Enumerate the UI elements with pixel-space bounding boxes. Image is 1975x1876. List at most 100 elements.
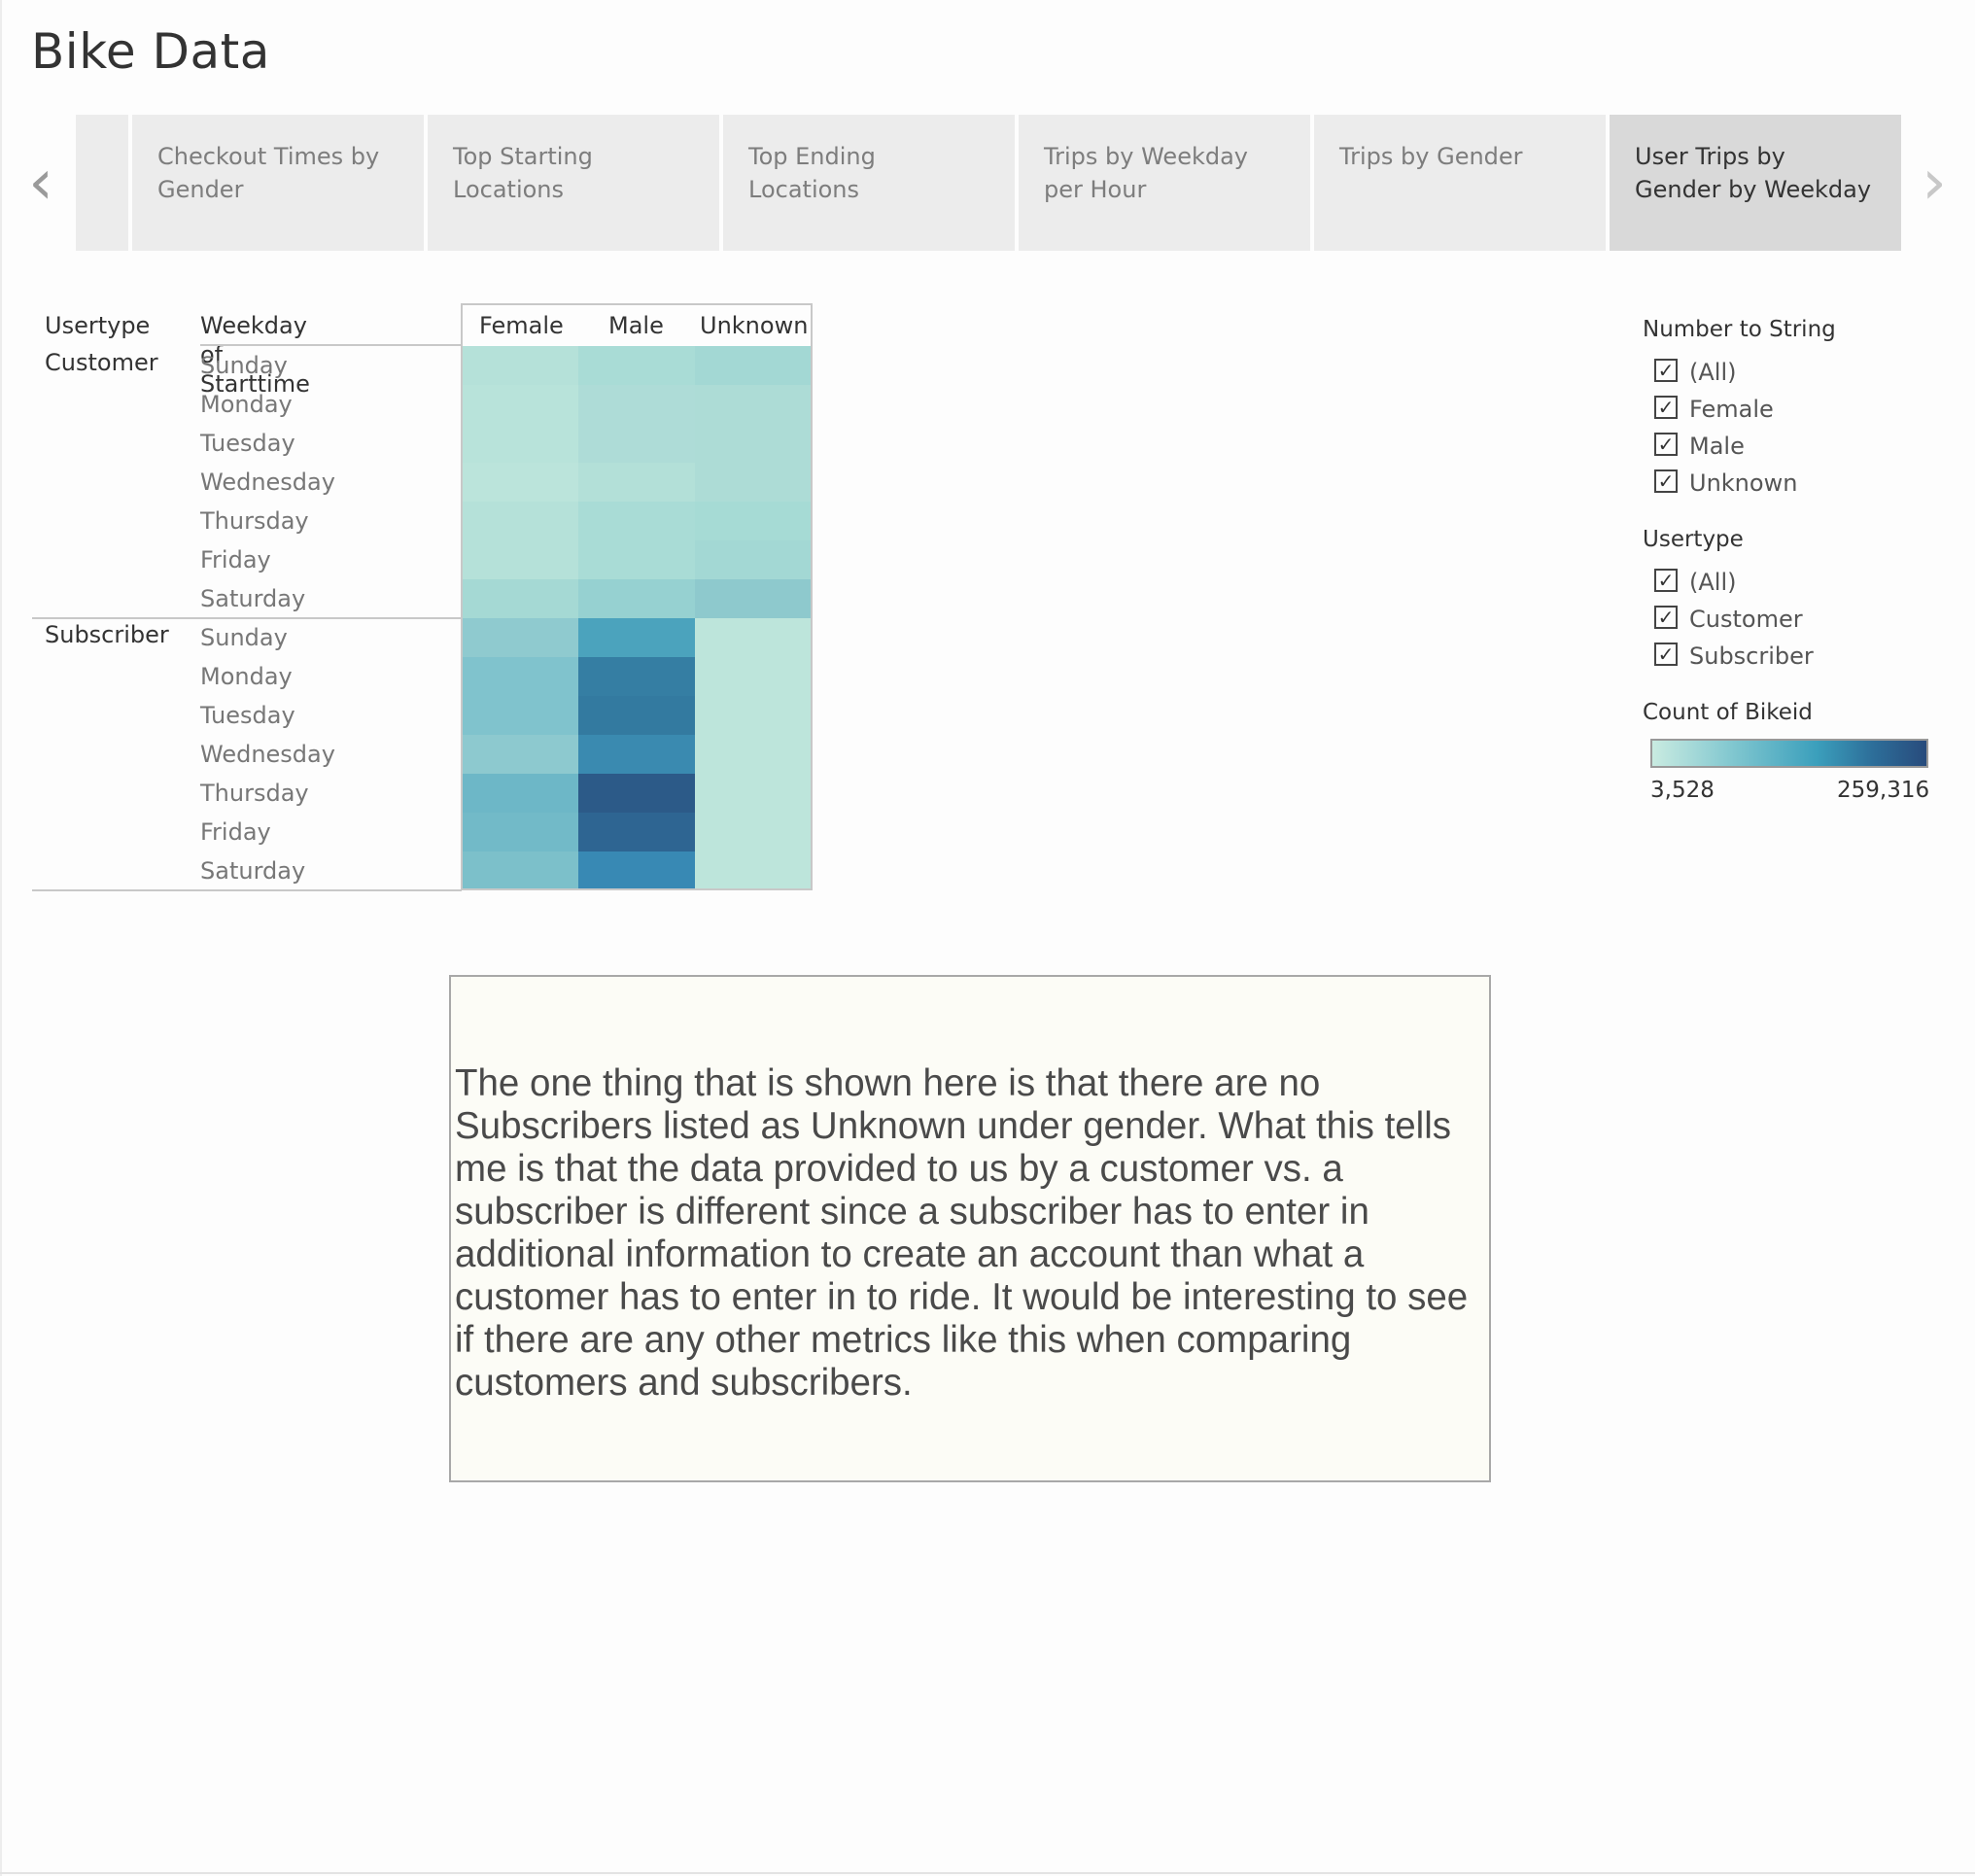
chevron-right-icon[interactable]: ›	[1915, 152, 1954, 214]
heatmap-cell[interactable]	[578, 696, 695, 735]
header-divider	[200, 344, 462, 346]
heatmap-cell[interactable]	[695, 696, 812, 735]
heatmap-cell[interactable]	[695, 618, 812, 657]
legend-max: 259,316	[1837, 778, 1930, 803]
row-label-subscriber-wednesday: Wednesday	[200, 741, 335, 768]
heatmap-cell[interactable]	[462, 502, 578, 540]
filter-option-usertype-0[interactable]: ✓ (All)	[1654, 569, 1736, 602]
chevron-left-icon[interactable]: ‹	[21, 152, 60, 214]
filter-option-label: (All)	[1689, 359, 1737, 386]
dashboard-title: Bike Data	[31, 23, 270, 80]
row-label-customer-monday: Monday	[200, 391, 293, 418]
heatmap-cell[interactable]	[578, 774, 695, 813]
heatmap-cell[interactable]	[462, 735, 578, 774]
heatmap-cell[interactable]	[462, 618, 578, 657]
row-label-subscriber-monday: Monday	[200, 663, 293, 690]
group-divider	[32, 889, 462, 891]
checkbox-checked-icon[interactable]: ✓	[1654, 643, 1678, 666]
heatmap-cell[interactable]	[695, 579, 812, 618]
heatmap-cell[interactable]	[462, 424, 578, 463]
heatmap-cell[interactable]	[462, 579, 578, 618]
row-label-customer-saturday: Saturday	[200, 585, 306, 612]
group-label-customer: Customer	[45, 349, 158, 376]
heatmap-cell[interactable]	[695, 502, 812, 540]
heatmap-cell[interactable]	[462, 540, 578, 579]
row-label-subscriber-tuesday: Tuesday	[200, 702, 295, 729]
tab-top-ending[interactable]: Top Ending Locations	[723, 115, 1015, 251]
filter-title-number-to-string: Number to String	[1643, 317, 1836, 342]
filter-option-number-to-string-1[interactable]: ✓ Female	[1654, 396, 1774, 429]
heatmap-cell[interactable]	[462, 385, 578, 424]
legend-min: 3,528	[1650, 778, 1715, 803]
annotation-text: The one thing that is shown here is that…	[455, 1062, 1469, 1404]
heatmap-cell[interactable]	[578, 346, 695, 385]
table-divider-left	[461, 303, 463, 890]
filter-option-label: Female	[1689, 396, 1774, 423]
table-divider-right	[811, 303, 813, 890]
heatmap-cell[interactable]	[578, 657, 695, 696]
tab-trips-weekday-hour[interactable]: Trips by Weekday per Hour	[1019, 115, 1310, 251]
heatmap-cell[interactable]	[578, 540, 695, 579]
annotation-text-box: The one thing that is shown here is that…	[449, 975, 1491, 1482]
heatmap-cell[interactable]	[695, 735, 812, 774]
row-label-customer-tuesday: Tuesday	[200, 430, 295, 457]
heatmap-cell[interactable]	[695, 385, 812, 424]
heatmap-cell[interactable]	[462, 696, 578, 735]
heatmap-cell[interactable]	[462, 774, 578, 813]
heatmap-cell[interactable]	[695, 657, 812, 696]
tab-stub[interactable]	[76, 115, 128, 251]
tab-top-starting[interactable]: Top Starting Locations	[428, 115, 719, 251]
legend-title: Count of Bikeid	[1643, 700, 1813, 725]
heatmap-cell[interactable]	[462, 657, 578, 696]
page-left-border	[0, 0, 2, 1876]
heatmap-cell[interactable]	[695, 813, 812, 851]
heatmap-cell[interactable]	[695, 540, 812, 579]
row-label-subscriber-saturday: Saturday	[200, 857, 306, 885]
heatmap-cell[interactable]	[695, 774, 812, 813]
heatmap-cell[interactable]	[578, 813, 695, 851]
heatmap-cell[interactable]	[695, 424, 812, 463]
checkbox-checked-icon[interactable]: ✓	[1654, 396, 1678, 419]
checkbox-checked-icon[interactable]: ✓	[1654, 359, 1678, 382]
tab-checkout-times[interactable]: Checkout Times by Gender	[132, 115, 424, 251]
checkbox-checked-icon[interactable]: ✓	[1654, 433, 1678, 456]
filter-option-usertype-2[interactable]: ✓ Subscriber	[1654, 643, 1814, 676]
filter-option-number-to-string-2[interactable]: ✓ Male	[1654, 433, 1745, 466]
heatmap-cell[interactable]	[462, 851, 578, 890]
table-top-border	[461, 303, 813, 305]
row-label-customer-friday: Friday	[200, 546, 271, 573]
heatmap-cell[interactable]	[462, 346, 578, 385]
heatmap-cell[interactable]	[578, 851, 695, 890]
row-label-customer-thursday: Thursday	[200, 507, 309, 535]
row-label-subscriber-thursday: Thursday	[200, 780, 309, 807]
checkbox-checked-icon[interactable]: ✓	[1654, 569, 1678, 592]
heatmap-cell[interactable]	[578, 463, 695, 502]
header-male: Male	[608, 312, 664, 339]
heatmap-cell[interactable]	[578, 735, 695, 774]
heatmap-cell[interactable]	[462, 813, 578, 851]
filter-option-usertype-1[interactable]: ✓ Customer	[1654, 606, 1803, 639]
story-tab-strip: ‹ Checkout Times by Gender Top Starting …	[0, 115, 1975, 251]
heatmap-cell[interactable]	[578, 424, 695, 463]
filter-option-label: (All)	[1689, 569, 1737, 596]
filter-option-number-to-string-3[interactable]: ✓ Unknown	[1654, 469, 1797, 503]
heatmap-cell[interactable]	[578, 579, 695, 618]
heatmap-cell[interactable]	[695, 851, 812, 890]
heatmap-cell[interactable]	[578, 502, 695, 540]
heatmap-cell[interactable]	[578, 618, 695, 657]
checkbox-checked-icon[interactable]: ✓	[1654, 606, 1678, 629]
filter-title-usertype: Usertype	[1643, 527, 1744, 552]
tab-trips-gender[interactable]: Trips by Gender	[1314, 115, 1606, 251]
heatmap-cell[interactable]	[462, 463, 578, 502]
header-usertype: Usertype	[45, 312, 151, 339]
filter-option-number-to-string-0[interactable]: ✓ (All)	[1654, 359, 1736, 392]
page-bottom-border	[0, 1872, 1975, 1874]
checkbox-checked-icon[interactable]: ✓	[1654, 469, 1678, 493]
heatmap-cell[interactable]	[578, 385, 695, 424]
color-legend-bar	[1650, 739, 1928, 768]
filter-option-label: Unknown	[1689, 469, 1798, 497]
tab-user-trips-gender-weekday[interactable]: User Trips by Gender by Weekday	[1610, 115, 1901, 251]
heatmap-cell[interactable]	[695, 463, 812, 502]
heatmap-cell[interactable]	[695, 346, 812, 385]
row-label-subscriber-sunday: Sunday	[200, 624, 288, 651]
